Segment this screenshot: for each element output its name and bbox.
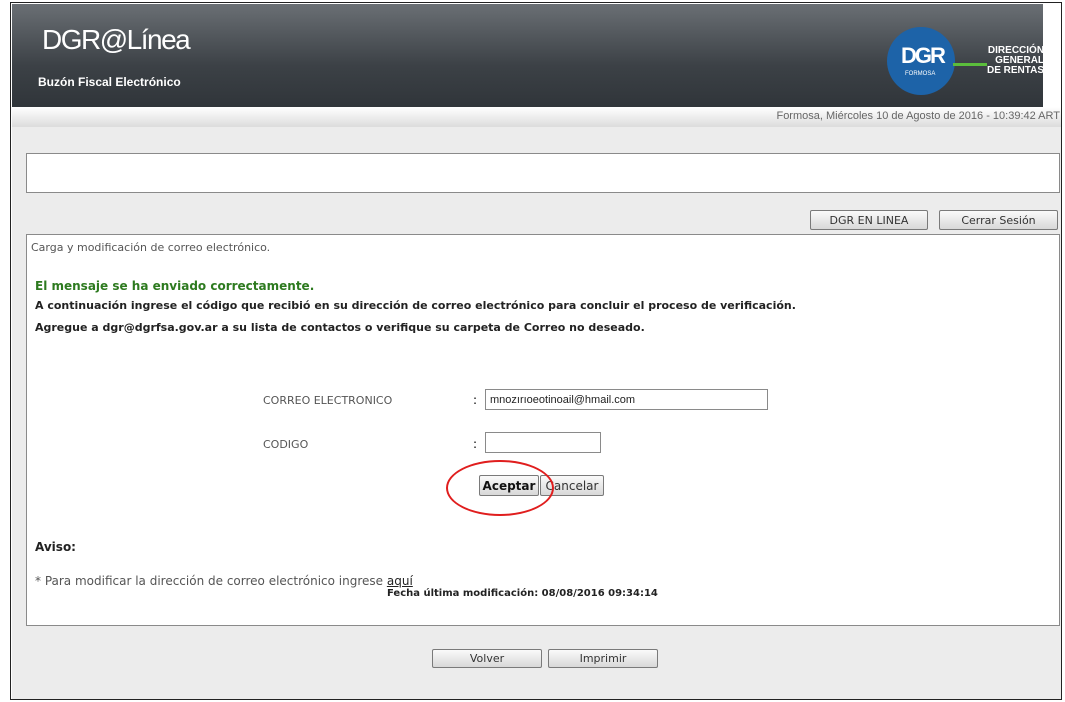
dgr-logo: DGR FORMOSA DIRECCIÓN GENERAL DE RENTAS xyxy=(887,21,1047,95)
site-subtitle: Buzón Fiscal Electrónico xyxy=(38,75,181,89)
code-separator: : xyxy=(473,437,478,451)
last-modified: Fecha última modificación: 08/08/2016 09… xyxy=(387,588,658,599)
main-panel: Carga y modificación de correo electróni… xyxy=(26,234,1060,626)
logo-mark: DGR xyxy=(901,43,946,68)
cerrar-sesion-button[interactable]: Cerrar Sesión xyxy=(939,210,1058,230)
notice-heading: Aviso: xyxy=(35,540,76,554)
code-field[interactable] xyxy=(485,432,601,453)
success-message: El mensaje se ha enviado correctamente. xyxy=(35,279,315,293)
section-title: Carga y modificación de correo electróni… xyxy=(31,241,271,254)
site-title: DGR@Línea xyxy=(42,24,191,55)
logo-region: FORMOSA xyxy=(905,71,936,77)
instruction-line-2: Agregue a dgr@dgrfsa.gov.ar a su lista d… xyxy=(35,321,645,334)
cancelar-button[interactable]: Cancelar xyxy=(540,475,604,496)
email-field[interactable] xyxy=(485,389,768,410)
aceptar-button[interactable]: Aceptar xyxy=(479,475,539,496)
notice-text: * Para modificar la dirección de correo … xyxy=(35,574,413,588)
dgr-en-linea-button[interactable]: DGR EN LINEA xyxy=(810,210,928,230)
notice-text-body: * Para modificar la dirección de correo … xyxy=(35,574,384,588)
date-bar: Formosa, Miércoles 10 de Agosto de 2016 … xyxy=(12,107,1061,127)
message-box xyxy=(26,153,1060,193)
notice-link[interactable]: aquí xyxy=(387,574,413,588)
code-label: CODIGO xyxy=(263,438,309,451)
imprimir-button[interactable]: Imprimir xyxy=(548,649,658,668)
email-separator: : xyxy=(473,393,478,407)
logo-line-3: DE RENTAS xyxy=(987,65,1045,76)
content-area: DGR EN LINEA Cerrar Sesión Carga y modif… xyxy=(12,127,1061,699)
logo-text: DIRECCIÓN GENERAL DE RENTAS xyxy=(987,46,1044,76)
volver-button[interactable]: Volver xyxy=(432,649,542,668)
logo-green-bar xyxy=(953,63,987,66)
site-header: DGR@Línea Buzón Fiscal Electrónico DGR F… xyxy=(12,4,1044,107)
current-date: Formosa, Miércoles 10 de Agosto de 2016 … xyxy=(776,110,1060,122)
browser-page: DGR@Línea Buzón Fiscal Electrónico DGR F… xyxy=(10,2,1062,700)
instruction-line-1: A continuación ingrese el código que rec… xyxy=(35,299,796,312)
email-label: CORREO ELECTRONICO xyxy=(263,394,393,407)
